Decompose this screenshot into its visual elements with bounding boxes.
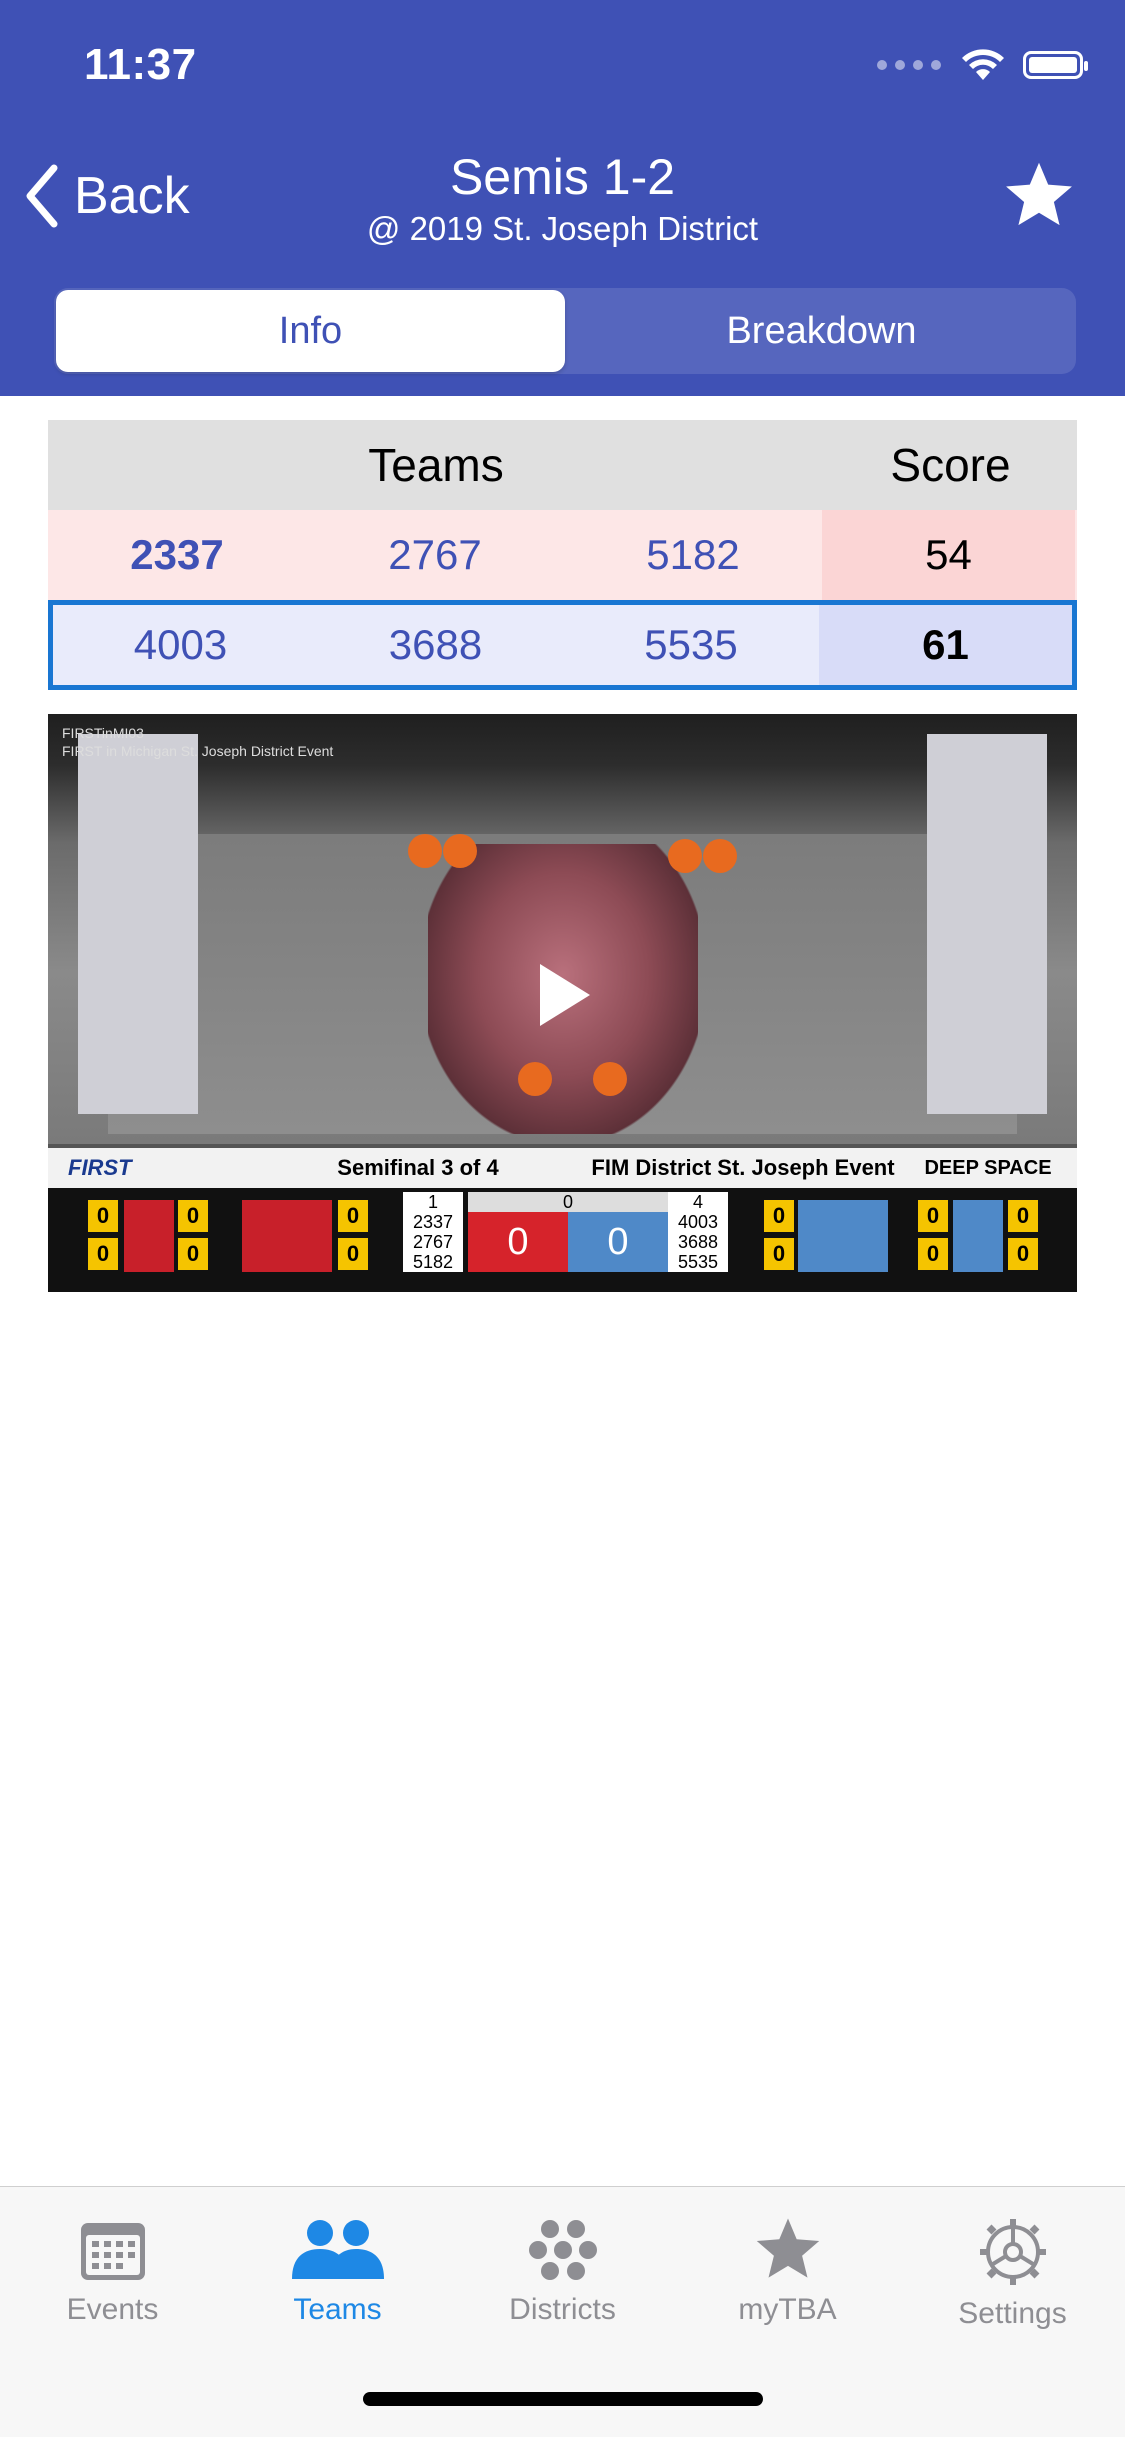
- tab-districts[interactable]: Districts: [450, 2217, 675, 2327]
- signal-icon: [877, 60, 941, 70]
- battery-icon: [1023, 51, 1088, 79]
- match-timer: 0: [468, 1192, 668, 1212]
- tab-breakdown[interactable]: Breakdown: [567, 288, 1076, 374]
- match-video[interactable]: FIRSTinMI03 FIRST in Michigan St. Joseph…: [48, 714, 1077, 1292]
- tab-label: Events: [66, 2293, 159, 2326]
- video-blue-teams: 4 4003 3688 5535: [668, 1192, 728, 1272]
- score-table-header: Teams Score: [48, 420, 1077, 510]
- tab-label: Teams: [293, 2293, 382, 2326]
- team-cell[interactable]: 5535: [563, 621, 819, 669]
- page-subtitle: @ 2019 St. Joseph District: [366, 210, 759, 247]
- score-table: Teams Score 2337 2767 5182 54 4003 3688 …: [48, 420, 1077, 690]
- video-blue-score: 0: [568, 1212, 668, 1272]
- status-time: 11:37: [84, 40, 197, 89]
- video-red-score: 0: [468, 1212, 568, 1272]
- tab-settings[interactable]: Settings: [900, 2217, 1125, 2331]
- blue-score: 61: [819, 605, 1072, 685]
- dots-icon: [528, 2220, 597, 2280]
- tab-teams[interactable]: Teams: [225, 2217, 450, 2327]
- red-score: 54: [822, 510, 1075, 600]
- red-alliance-row: 2337 2767 5182 54: [48, 510, 1077, 600]
- people-icon: [291, 2220, 384, 2279]
- star-icon: [756, 2218, 819, 2278]
- video-channel: FIRSTinMI03 FIRST in Michigan St. Joseph…: [62, 725, 334, 759]
- segmented-control: Info Breakdown: [54, 288, 1076, 374]
- gear-icon: [979, 2219, 1046, 2285]
- tab-label: myTBA: [738, 2293, 837, 2326]
- video-scorebar: FIRST Semifinal 3 of 4 FIM District St. …: [48, 1148, 1077, 1292]
- event-label: FIM District St. Joseph Event: [591, 1155, 895, 1180]
- tab-label: Settings: [958, 2297, 1067, 2330]
- team-cell[interactable]: 3688: [308, 621, 563, 669]
- team-cell[interactable]: 4003: [53, 621, 308, 669]
- wifi-icon: [962, 49, 1004, 80]
- teams-header: Teams: [368, 439, 504, 491]
- video-red-teams: 1 2337 2767 5182: [403, 1192, 463, 1272]
- play-button[interactable]: [534, 960, 594, 1035]
- brand-logo: FIRST: [68, 1155, 132, 1180]
- match-label: Semifinal 3 of 4: [337, 1155, 499, 1180]
- calendar-icon: [80, 2223, 145, 2280]
- tab-mytba[interactable]: myTBA: [675, 2217, 900, 2327]
- video-thumbnail: FIRSTinMI03 FIRST in Michigan St. Joseph…: [48, 714, 1077, 1144]
- favorite-button[interactable]: [1001, 158, 1077, 239]
- home-indicator: [363, 2392, 763, 2406]
- star-icon: [1006, 162, 1072, 226]
- tab-events[interactable]: Events: [0, 2217, 225, 2327]
- team-cell[interactable]: 2767: [306, 531, 564, 579]
- team-cell[interactable]: 5182: [564, 531, 822, 579]
- tab-label: Districts: [509, 2293, 616, 2326]
- game-label: DEEP SPACE: [924, 1156, 1052, 1179]
- score-header: Score: [890, 439, 1011, 491]
- play-icon: [540, 964, 590, 1026]
- status-icons: [877, 48, 1088, 82]
- blue-alliance-row: 4003 3688 5535 61: [48, 600, 1077, 690]
- page-title: Semis 1-2: [449, 149, 676, 205]
- navigation-header: 11:37 Back Semis 1-2 @ 2019 St. Joseph D…: [0, 0, 1125, 396]
- tab-info[interactable]: Info: [56, 290, 565, 372]
- team-cell[interactable]: 2337: [48, 531, 306, 579]
